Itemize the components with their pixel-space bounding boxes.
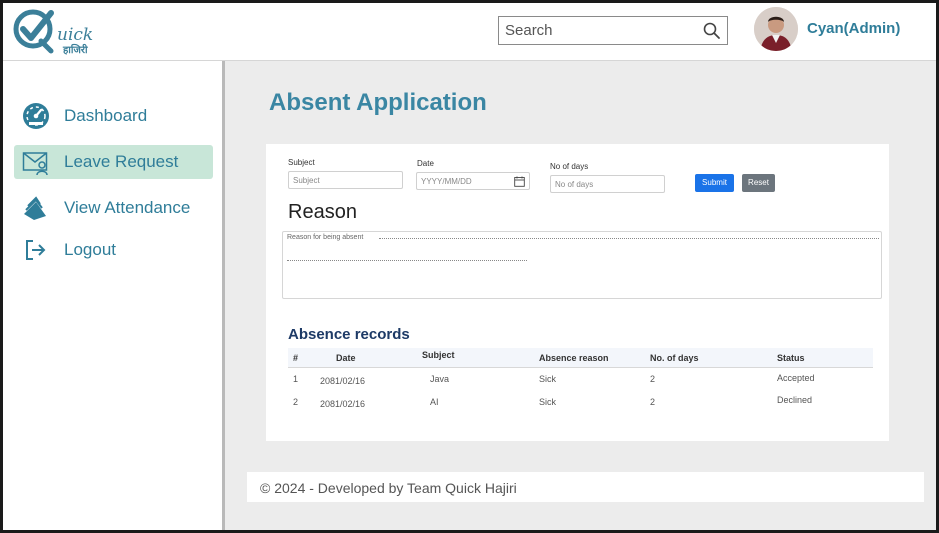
dashboard-icon: [23, 103, 49, 129]
dotted-line: [287, 260, 527, 261]
cell-date: 2081/02/16: [320, 376, 366, 386]
column-header: Absence reason: [539, 353, 609, 363]
calendar-icon[interactable]: [514, 176, 525, 187]
app-logo[interactable]: uick हाजिरी: [11, 7, 93, 59]
user-avatar[interactable]: [754, 7, 798, 51]
absent-application-card: Subject Date No of days Submit Reset Rea…: [266, 144, 889, 441]
mail-user-icon: [22, 152, 48, 176]
footer: © 2024 - Developed by Team Quick Hajiri: [247, 472, 924, 502]
logout-icon: [26, 240, 46, 260]
absence-records-heading: Absence records: [288, 326, 410, 343]
column-header: Status: [777, 353, 805, 363]
sidebar-item-label: Leave Request: [64, 152, 179, 171]
page-title: Absent Application: [269, 89, 487, 116]
submit-button[interactable]: Submit: [695, 174, 734, 192]
cell-date: 2081/02/16: [320, 399, 366, 409]
cell-subject: AI: [430, 397, 439, 407]
days-field[interactable]: [550, 175, 665, 193]
cell-reason: Sick: [539, 397, 557, 407]
search-icon[interactable]: [702, 21, 722, 41]
date-field[interactable]: [416, 172, 530, 190]
column-header: Subject: [422, 350, 455, 360]
days-input[interactable]: [555, 178, 657, 190]
top-header: uick हाजिरी Cyan(Admin): [3, 3, 936, 61]
sidebar-item-view-attendance[interactable]: View Attendance: [14, 191, 213, 225]
reason-textarea[interactable]: Reason for being absent: [282, 231, 882, 299]
sidebar-item-logout[interactable]: Logout: [14, 233, 213, 267]
app-window: uick हाजिरी Cyan(Admin): [3, 3, 936, 530]
sidebar-item-dashboard[interactable]: Dashboard: [14, 99, 213, 133]
subject-field[interactable]: [288, 171, 403, 189]
table-header: # Date Subject Absence reason No. of day…: [288, 348, 873, 368]
days-label: No of days: [550, 162, 589, 171]
cell-status: Declined: [777, 395, 813, 405]
reset-button[interactable]: Reset: [742, 174, 775, 192]
logo-subtext: हाजिरी: [63, 45, 88, 56]
column-header: #: [293, 353, 299, 363]
footer-text: © 2024 - Developed by Team Quick Hajiri: [260, 480, 517, 496]
sidebar-item-leave-request[interactable]: Leave Request: [14, 145, 213, 179]
user-avatar-image: [754, 7, 798, 51]
date-input[interactable]: [421, 175, 522, 187]
cell-days: 2: [650, 397, 656, 407]
subject-input[interactable]: [293, 174, 395, 186]
reason-placeholder: Reason for being absent: [287, 234, 364, 241]
sidebar-item-label: View Attendance: [64, 198, 191, 217]
user-name[interactable]: Cyan(Admin): [807, 20, 900, 37]
cell-subject: Java: [430, 374, 450, 384]
sidebar-item-label: Dashboard: [64, 106, 148, 125]
column-header: No. of days: [650, 353, 699, 363]
sidebar: Dashboard Leave Request View Attendance: [3, 61, 225, 530]
reason-heading: Reason: [288, 201, 357, 223]
book-icon: [24, 196, 46, 220]
cell-index: 1: [293, 374, 299, 384]
search-input[interactable]: [505, 20, 700, 41]
search-box[interactable]: [498, 16, 728, 45]
cell-days: 2: [650, 374, 656, 384]
sidebar-item-label: Logout: [64, 240, 116, 259]
cell-index: 2: [293, 397, 299, 407]
subject-label: Subject: [288, 158, 315, 167]
column-header: Date: [336, 353, 356, 363]
cell-status: Accepted: [777, 373, 815, 383]
date-label: Date: [417, 159, 434, 168]
dotted-line: [379, 238, 879, 239]
cell-reason: Sick: [539, 374, 557, 384]
